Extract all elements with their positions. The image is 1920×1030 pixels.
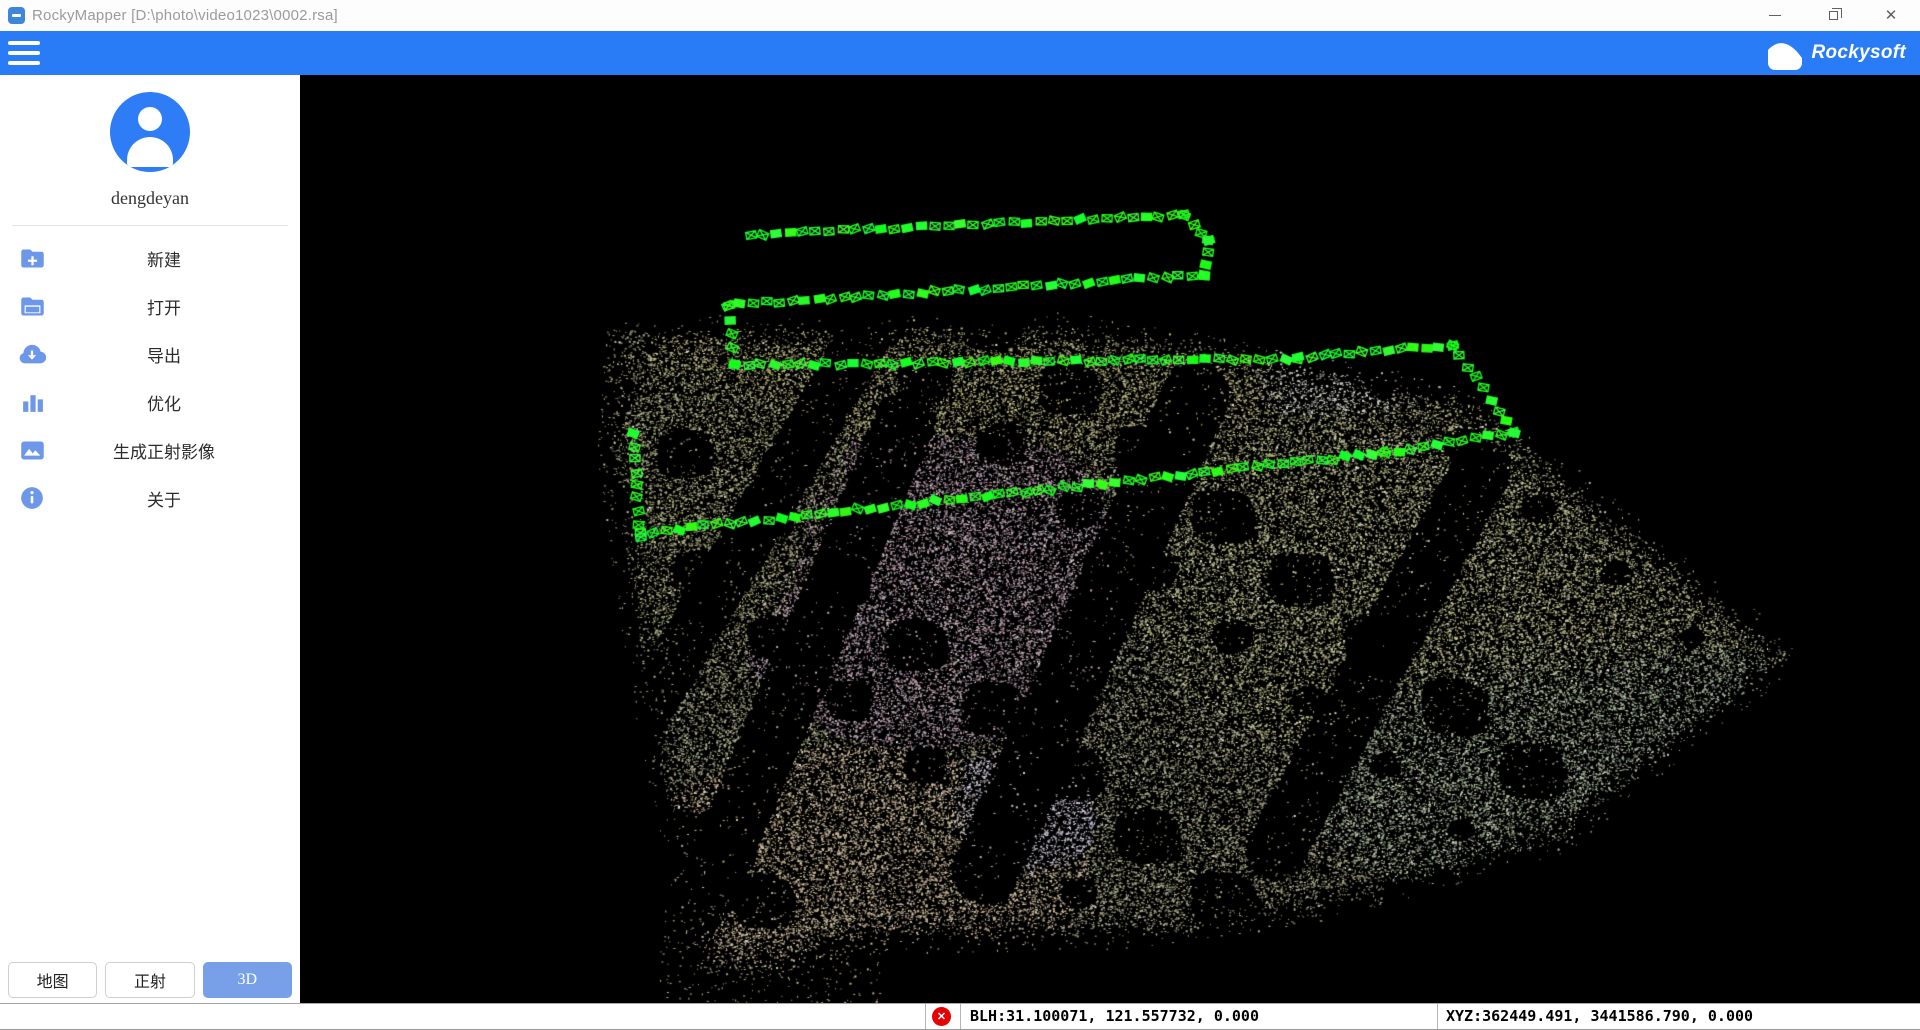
info-icon bbox=[18, 484, 46, 512]
hamburger-menu-icon[interactable] bbox=[8, 41, 40, 65]
cloud-download-icon bbox=[18, 340, 46, 368]
restore-button[interactable] bbox=[1804, 0, 1862, 31]
divider bbox=[12, 225, 288, 226]
tab-map[interactable]: 地图 bbox=[8, 962, 97, 998]
menu-item-export[interactable]: 导出 bbox=[0, 330, 300, 378]
minimize-icon bbox=[1769, 15, 1781, 16]
title-bar: RockyMapper [D:\photo\video1023\0002.rsa… bbox=[0, 0, 1920, 31]
viewport-3d bbox=[300, 75, 1920, 1003]
rockysoft-logo-icon bbox=[1768, 36, 1802, 70]
profile-section: dengdeyan bbox=[0, 75, 300, 226]
xyz-coordinates: XYZ:362449.491, 3441586.790, 0.000 bbox=[1446, 1007, 1753, 1025]
view-tab-bar: 地图 正射 3D bbox=[0, 962, 300, 998]
folder-plus-icon bbox=[18, 244, 46, 272]
menu-item-new[interactable]: 新建 bbox=[0, 234, 300, 282]
close-button[interactable]: ✕ bbox=[1862, 0, 1920, 31]
menu-item-orthophoto[interactable]: 生成正射影像 bbox=[0, 426, 300, 474]
menu-item-optimize[interactable]: 优化 bbox=[0, 378, 300, 426]
blh-coordinates: BLH:31.100071, 121.557732, 0.000 bbox=[970, 1007, 1259, 1025]
divider bbox=[1437, 1004, 1438, 1029]
error-status-icon: ✕ bbox=[932, 1007, 951, 1026]
divider bbox=[960, 1004, 961, 1029]
tab-ortho[interactable]: 正射 bbox=[105, 962, 194, 998]
app-bar: Rockysoft bbox=[0, 31, 1920, 75]
main-area: dengdeyan 新建 打开 导出 bbox=[0, 75, 1920, 1003]
brand-logo: Rockysoft bbox=[1768, 36, 1906, 70]
window-controls: ✕ bbox=[1746, 0, 1920, 31]
username: dengdeyan bbox=[0, 188, 300, 209]
divider bbox=[925, 1004, 926, 1029]
tab-3d[interactable]: 3D bbox=[203, 962, 292, 998]
menu-item-open[interactable]: 打开 bbox=[0, 282, 300, 330]
sidebar: dengdeyan 新建 打开 导出 bbox=[0, 75, 300, 1003]
user-avatar-icon bbox=[110, 92, 190, 172]
bar-chart-icon bbox=[18, 388, 46, 416]
restore-icon bbox=[1829, 11, 1838, 20]
folder-open-icon bbox=[18, 292, 46, 320]
app-icon bbox=[8, 7, 25, 24]
menu-item-about[interactable]: 关于 bbox=[0, 474, 300, 522]
window-title: RockyMapper [D:\photo\video1023\0002.rsa… bbox=[32, 7, 338, 24]
point-cloud-canvas[interactable] bbox=[300, 75, 1920, 1003]
ortho-image-icon bbox=[18, 436, 46, 464]
brand-name: Rockysoft bbox=[1811, 42, 1906, 64]
close-icon: ✕ bbox=[1885, 8, 1898, 23]
sidebar-menu: 新建 打开 导出 优化 bbox=[0, 234, 300, 522]
minimize-button[interactable] bbox=[1746, 0, 1804, 31]
status-bar: ✕ BLH:31.100071, 121.557732, 0.000 XYZ:3… bbox=[0, 1003, 1920, 1030]
